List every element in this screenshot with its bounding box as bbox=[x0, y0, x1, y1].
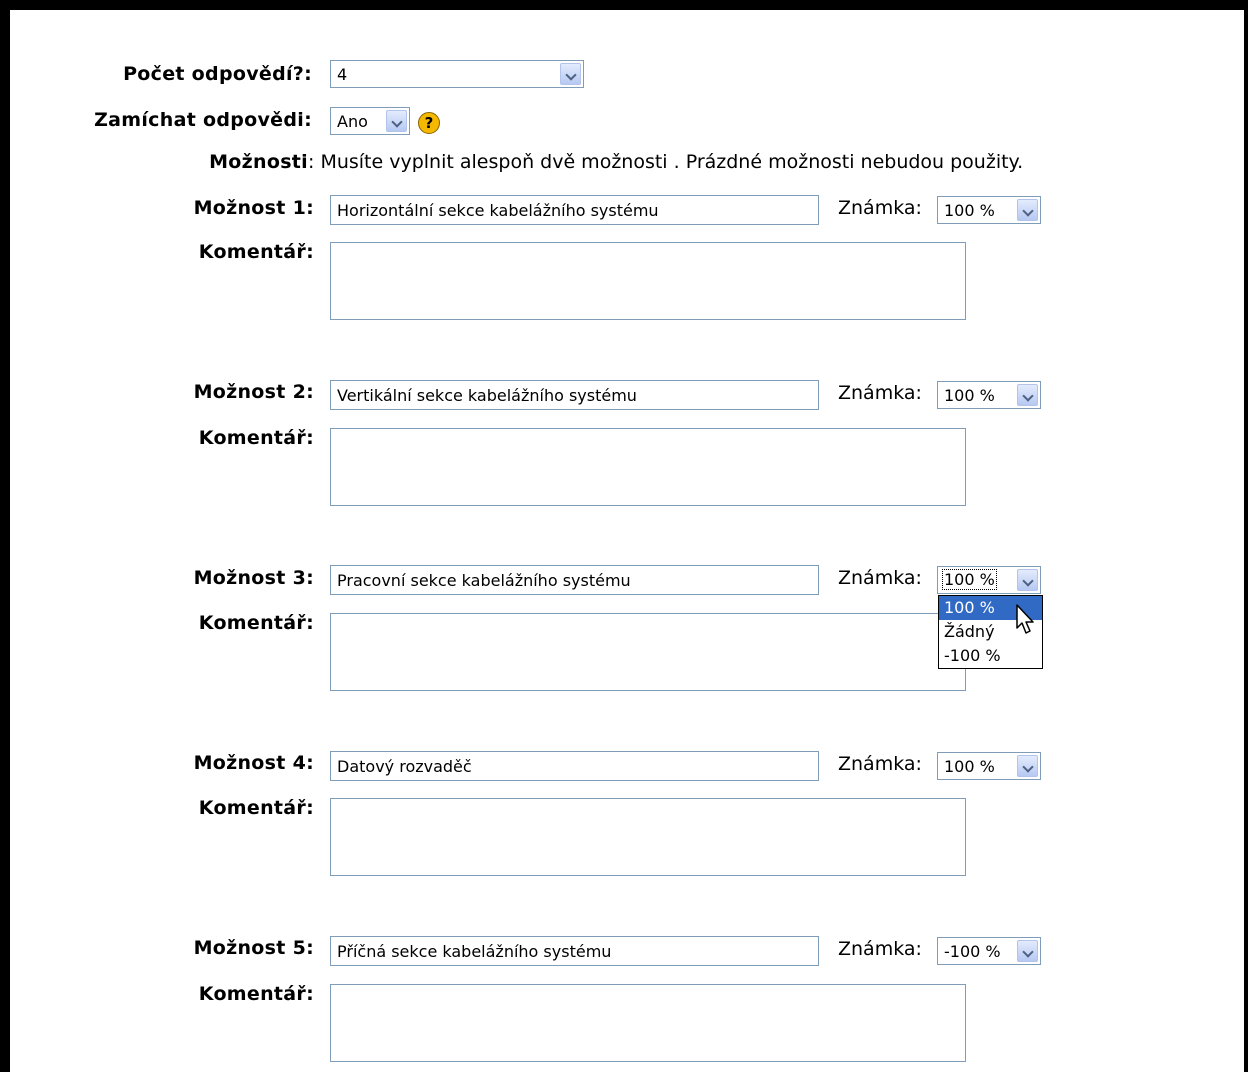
option-1-grade-value: 100 % bbox=[944, 201, 995, 220]
option-5-grade-label: Známka: bbox=[838, 938, 922, 960]
option-4-comment[interactable] bbox=[330, 798, 966, 876]
option-1-label: Možnost 1: bbox=[193, 197, 314, 219]
chevron-down-icon[interactable] bbox=[1017, 755, 1038, 777]
chevron-down-icon[interactable] bbox=[560, 63, 581, 85]
option-4-input[interactable] bbox=[330, 751, 819, 781]
chevron-down-icon[interactable] bbox=[1017, 940, 1038, 962]
shuffle-select[interactable]: Ano bbox=[330, 107, 410, 135]
option-2-comment-label: Komentář: bbox=[198, 427, 314, 449]
option-5-grade-value: -100 % bbox=[944, 942, 1001, 961]
chevron-down-icon[interactable] bbox=[1017, 199, 1038, 221]
choices-heading-label: Možnosti bbox=[209, 151, 308, 173]
option-3-comment[interactable] bbox=[330, 613, 966, 691]
option-2-grade-label: Známka: bbox=[838, 382, 922, 404]
option-2-input[interactable] bbox=[330, 380, 819, 410]
option-3-comment-label: Komentář: bbox=[198, 612, 314, 634]
answer-count-select[interactable]: 4 bbox=[330, 60, 584, 88]
option-1-grade-select[interactable]: 100 % bbox=[937, 196, 1041, 224]
option-2-grade-value: 100 % bbox=[944, 386, 995, 405]
option-4-label: Možnost 4: bbox=[193, 752, 314, 774]
option-4-grade-select[interactable]: 100 % bbox=[937, 752, 1041, 780]
redacted-area bbox=[335, 20, 595, 50]
option-2-label: Možnost 2: bbox=[193, 381, 314, 403]
option-1-input[interactable] bbox=[330, 195, 819, 225]
option-3-grade-label: Známka: bbox=[838, 567, 922, 589]
option-4-grade-label: Známka: bbox=[838, 753, 922, 775]
option-3-input[interactable] bbox=[330, 565, 819, 595]
option-5-input[interactable] bbox=[330, 936, 819, 966]
mouse-pointer-icon bbox=[1016, 604, 1034, 634]
shuffle-value: Ano bbox=[337, 112, 368, 131]
choices-instructions: : Musíte vyplnit alespoň dvě možnosti . … bbox=[308, 151, 1024, 173]
option-2-grade-select[interactable]: 100 % bbox=[937, 381, 1041, 409]
grade-option-minus-100[interactable]: -100 % bbox=[939, 644, 1042, 668]
redacted-area bbox=[118, 28, 328, 54]
shuffle-label: Zamíchat odpovědi: bbox=[94, 109, 312, 131]
option-2-comment[interactable] bbox=[330, 428, 966, 506]
option-4-grade-value: 100 % bbox=[944, 757, 995, 776]
option-5-comment-label: Komentář: bbox=[198, 983, 314, 1005]
answer-count-label: Počet odpovědí?: bbox=[123, 63, 312, 85]
redacted-area bbox=[668, 40, 1083, 105]
chevron-down-icon[interactable] bbox=[1017, 384, 1038, 406]
answer-count-value: 4 bbox=[337, 65, 348, 84]
help-icon[interactable]: ? bbox=[418, 112, 440, 134]
option-1-grade-label: Známka: bbox=[838, 197, 922, 219]
option-3-grade-value: 100 % bbox=[942, 569, 997, 590]
option-3-label: Možnost 3: bbox=[193, 567, 314, 589]
option-1-comment-label: Komentář: bbox=[198, 241, 314, 263]
option-5-grade-select[interactable]: -100 % bbox=[937, 937, 1041, 965]
chevron-down-icon[interactable] bbox=[386, 110, 407, 132]
option-4-comment-label: Komentář: bbox=[198, 797, 314, 819]
option-3-grade-select[interactable]: 100 % bbox=[937, 566, 1041, 594]
option-1-comment[interactable] bbox=[330, 242, 966, 320]
option-5-label: Možnost 5: bbox=[193, 937, 314, 959]
option-5-comment[interactable] bbox=[330, 984, 966, 1062]
chevron-down-icon[interactable] bbox=[1017, 569, 1038, 591]
